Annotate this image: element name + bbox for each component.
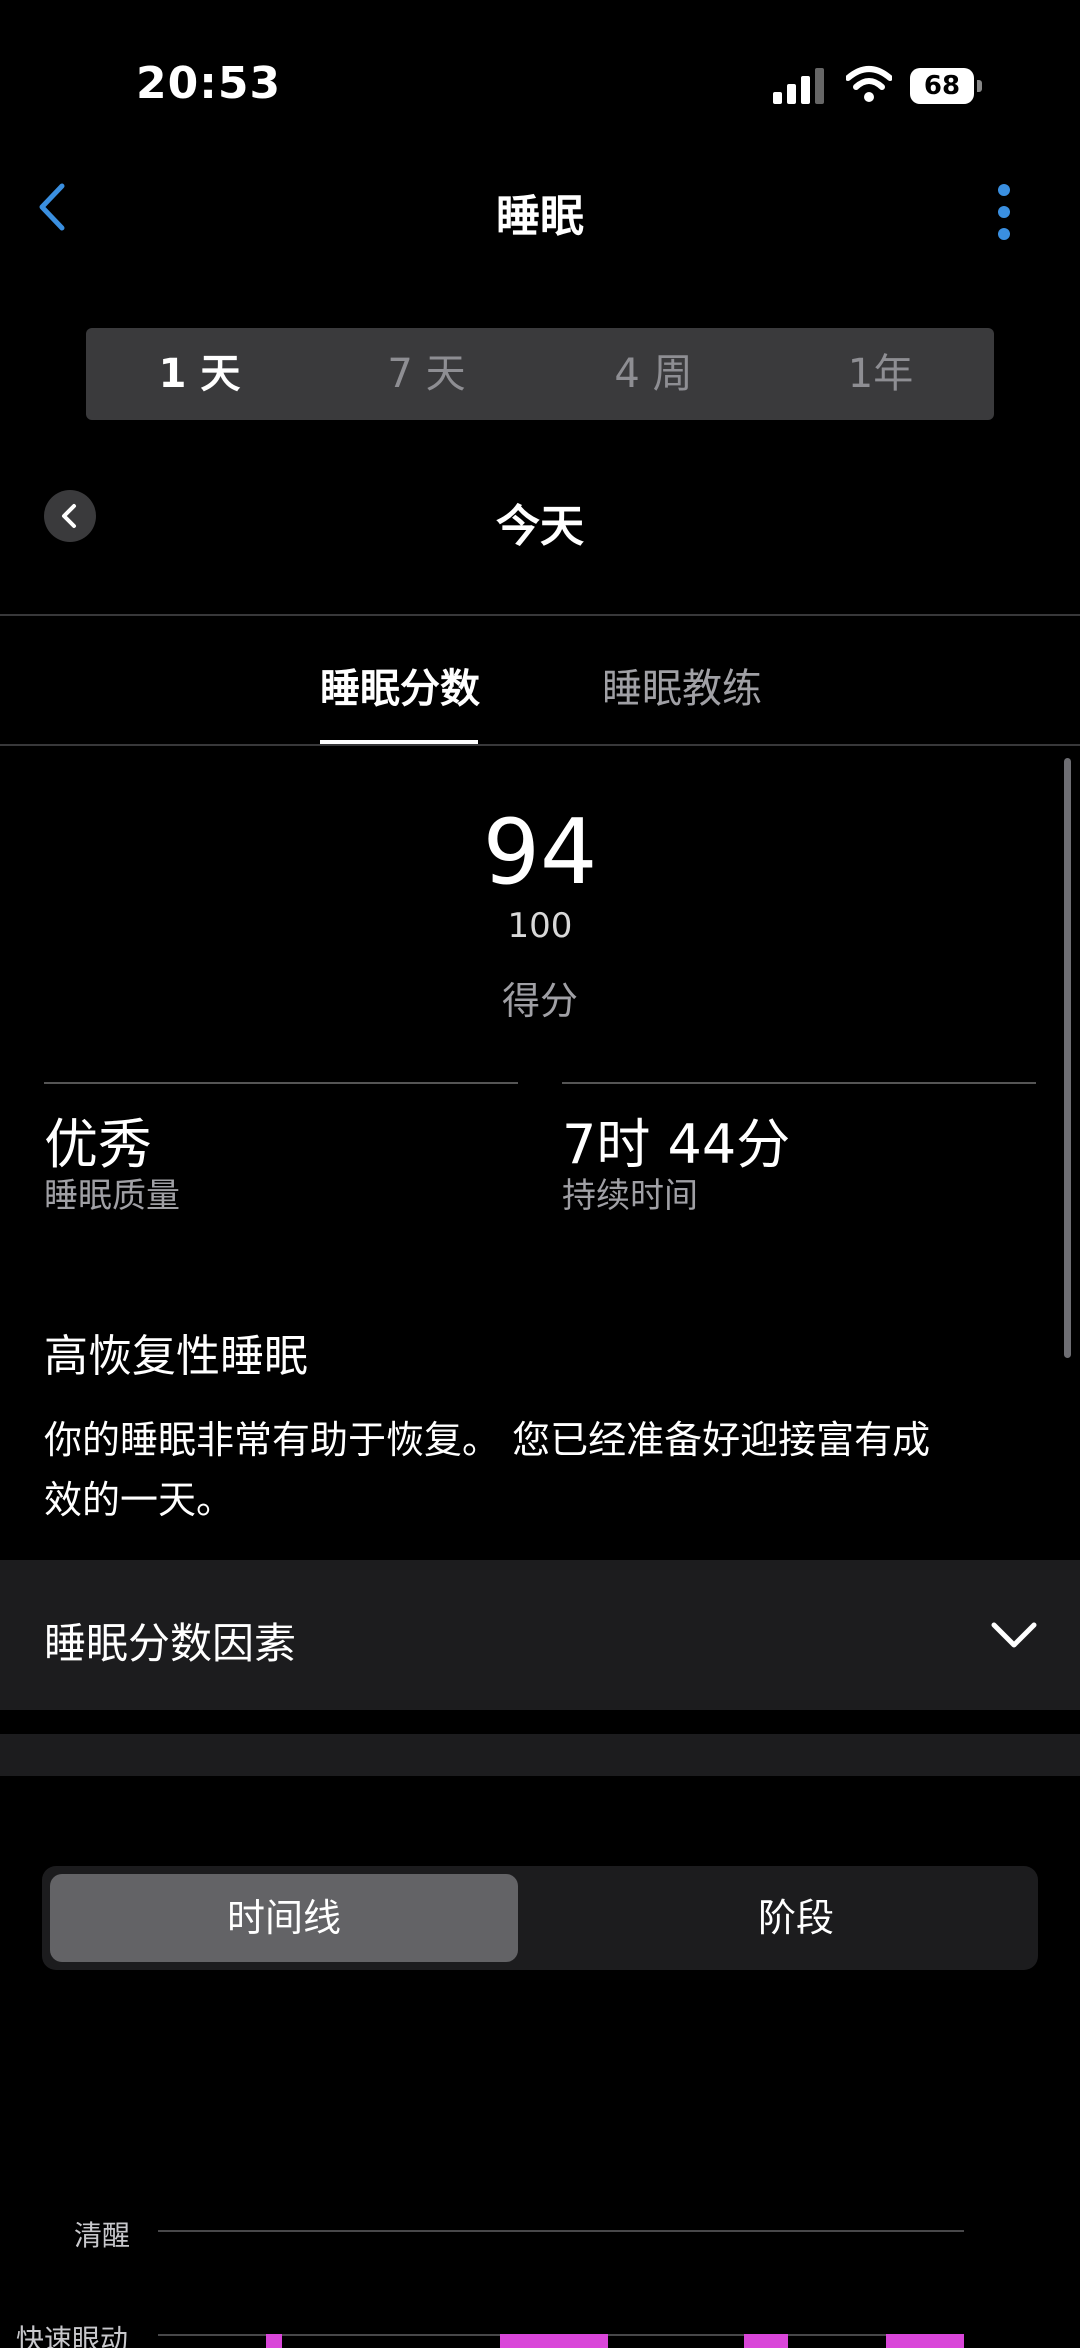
date-title: 今天 [496,501,584,552]
sleep-score-value: 94 [482,800,598,905]
chevron-down-icon[interactable] [990,1620,1038,1650]
rem-segment [744,2334,788,2348]
battery-icon: 68 [910,68,982,104]
sleep-duration-label: 持续时间 [562,1176,698,1216]
sleep-summary-description: 你的睡眠非常有助于恢复。 您已经准备好迎接富有成效的一天。 [44,1418,931,1522]
rem-segment [500,2334,608,2348]
section-separator [0,1734,1080,1776]
chart-label-rem: 快速眼动 [16,2323,129,2348]
sleep-quality-label: 睡眠质量 [44,1176,180,1216]
more-options-icon[interactable] [996,184,1012,240]
page-title: 睡眠 [496,191,584,242]
status-time: 20:53 [136,58,282,109]
period-tab-4-weeks[interactable]: 4 周 [540,328,767,420]
chart-label-awake: 清醒 [74,2219,131,2252]
sleep-summary-headline: 高恢复性睡眠 [44,1331,308,1382]
chart-gridline-awake [158,2230,964,2232]
rem-segment [886,2334,964,2348]
sleep-score-label: 得分 [501,979,578,1023]
period-tab-7-days[interactable]: 7 天 [313,328,540,420]
divider [562,1082,1036,1084]
cellular-signal-icon [773,68,825,104]
stages-toggle-button[interactable]: 阶段 [566,1874,1026,1962]
rem-segment [266,2334,282,2348]
period-segmented-control: 1 天 7 天 4 周 1年 [86,328,994,420]
timeline-toggle-button[interactable]: 时间线 [50,1874,518,1962]
divider [0,744,1080,746]
wifi-icon [846,66,892,102]
divider [44,1082,518,1084]
period-tab-1-day[interactable]: 1 天 [86,328,313,420]
period-tab-1-year[interactable]: 1年 [767,328,994,420]
tab-sleep-score[interactable]: 睡眠分数 [320,656,480,714]
divider [0,614,1080,616]
tab-sleep-coach[interactable]: 睡眠教练 [602,656,762,714]
sleep-score-max: 100 [507,906,573,946]
battery-level: 68 [923,71,961,101]
sleep-score-factors-label: 睡眠分数因素 [44,1619,297,1668]
